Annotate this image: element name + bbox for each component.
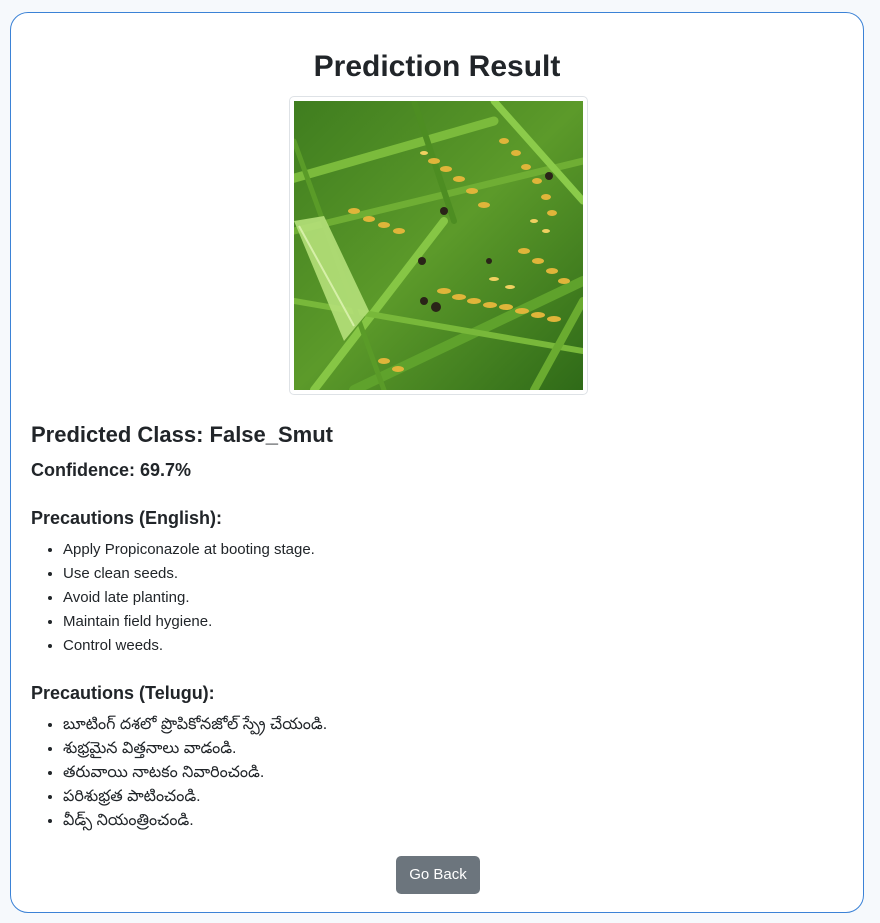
precautions-telugu-heading: Precautions (Telugu): (31, 683, 215, 703)
list-item: వీడ్స్ నియంత్రించండి. (63, 809, 327, 833)
list-item: బూటింగ్ దశలో ప్రొపికోనజోల్ స్ప్రే చేయండి… (63, 713, 327, 737)
precautions-telugu-list: బూటింగ్ దశలో ప్రొపికోనజోల్ స్ప్రే చేయండి… (31, 713, 327, 833)
list-item: Avoid late planting. (63, 586, 315, 610)
precautions-english-heading: Precautions (English): (31, 508, 223, 528)
confidence-value: Confidence: 69.7% (31, 460, 192, 480)
uploaded-image-frame (289, 96, 588, 395)
list-item: Use clean seeds. (63, 562, 315, 586)
list-item: Maintain field hygiene. (63, 610, 315, 634)
precautions-english-list: Apply Propiconazole at booting stage. Us… (31, 538, 315, 658)
page-title: Prediction Result (313, 50, 561, 83)
list-item: పరిశుభ్రత పాటించండి. (63, 785, 327, 809)
result-card: Prediction Result Predicted Class: False… (10, 12, 864, 913)
go-back-button[interactable]: Go Back (396, 856, 480, 894)
list-item: శుభ్రమైన విత్తనాలు వాడండి. (63, 737, 327, 761)
predicted-class: Predicted Class: False_Smut (31, 422, 334, 447)
list-item: Control weeds. (63, 634, 315, 658)
list-item: తరువాయి నాటకం నివారించండి. (63, 761, 327, 785)
list-item: Apply Propiconazole at booting stage. (63, 538, 315, 562)
uploaded-crop-image (294, 101, 583, 390)
